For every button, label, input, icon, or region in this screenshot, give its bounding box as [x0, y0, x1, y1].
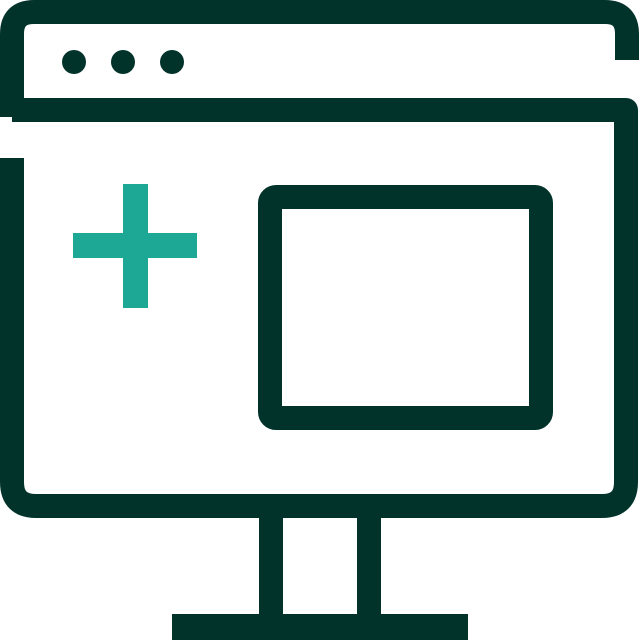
window-dot-icon [111, 50, 135, 74]
window-dot-icon [160, 50, 184, 74]
add-window-monitor-icon [0, 0, 639, 640]
content-rectangle [258, 185, 553, 430]
monitor-stand [172, 508, 468, 640]
plus-icon [73, 184, 197, 308]
window-control-dots [62, 50, 184, 74]
window-dot-icon [62, 50, 86, 74]
